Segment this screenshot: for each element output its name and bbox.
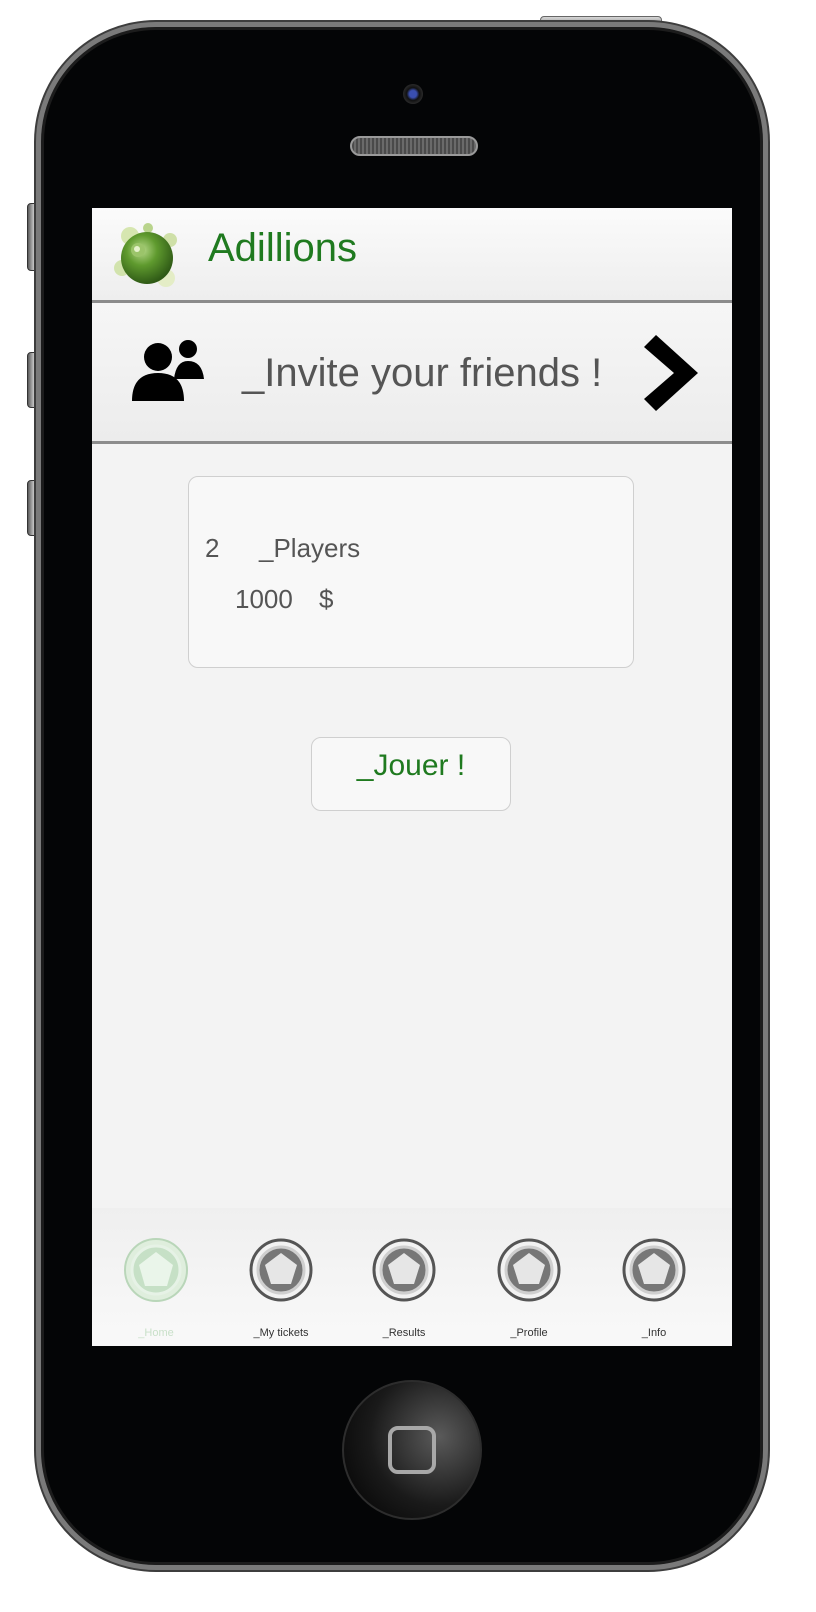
tab-my-tickets[interactable]: _My tickets bbox=[217, 1208, 345, 1346]
chevron-right-icon[interactable] bbox=[640, 333, 702, 413]
tab-profile-label: _Profile bbox=[510, 1327, 548, 1339]
earpiece-speaker bbox=[350, 136, 478, 156]
tab-bar: _Home _My tickets _Results _Profile _Inf… bbox=[92, 1208, 732, 1346]
home-tab-icon bbox=[124, 1238, 188, 1302]
app-title: Adillions bbox=[208, 226, 357, 270]
tab-my-tickets-label: _My tickets bbox=[253, 1327, 309, 1339]
app-logo-icon bbox=[114, 223, 177, 287]
home-square-icon bbox=[388, 1426, 436, 1474]
home-hardware-button[interactable] bbox=[342, 1380, 482, 1520]
front-camera bbox=[403, 84, 423, 104]
info-tab-icon bbox=[622, 1238, 686, 1302]
tickets-tab-icon bbox=[249, 1238, 313, 1302]
tab-results-label: _Results bbox=[382, 1327, 426, 1339]
app-header: Adillions bbox=[92, 208, 732, 303]
tab-profile[interactable]: _Profile bbox=[465, 1208, 593, 1346]
prize-currency: $ bbox=[319, 584, 334, 614]
tab-info[interactable]: _Info bbox=[590, 1208, 718, 1346]
app-screen: Adillions _Invite your friends ! 2 _Play… bbox=[92, 208, 732, 1346]
game-info-card: 2 _Players 1000 $ bbox=[188, 476, 634, 668]
profile-tab-icon bbox=[497, 1238, 561, 1302]
invite-friends-row[interactable]: _Invite your friends ! bbox=[92, 303, 732, 444]
prize-amount: 1000 bbox=[235, 584, 293, 614]
tab-results[interactable]: _Results bbox=[340, 1208, 468, 1346]
results-tab-icon bbox=[372, 1238, 436, 1302]
friends-icon bbox=[132, 340, 204, 401]
tab-info-label: _Info bbox=[641, 1327, 667, 1339]
tab-home[interactable]: _Home bbox=[92, 1208, 220, 1346]
players-count: 2 bbox=[205, 533, 220, 563]
play-button[interactable]: _Jouer ! bbox=[311, 737, 511, 811]
players-label: _Players bbox=[259, 533, 361, 563]
tab-home-label: _Home bbox=[138, 1327, 174, 1339]
invite-friends-label: _Invite your friends ! bbox=[242, 351, 603, 395]
